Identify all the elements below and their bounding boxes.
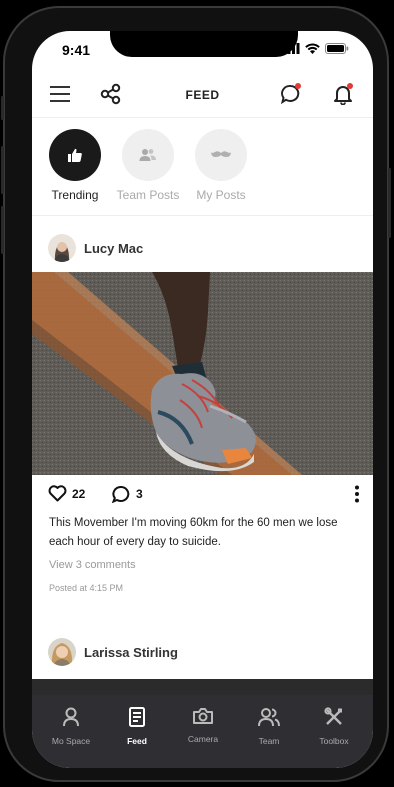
- app-header: FEED: [32, 73, 373, 118]
- mute-switch: [1, 96, 4, 120]
- filter-circle: [195, 129, 247, 181]
- moustache-icon: [211, 151, 231, 157]
- comment-button[interactable]: 3: [112, 485, 143, 503]
- post-author-row[interactable]: Lucy Mac: [48, 234, 143, 262]
- tab-mo-space[interactable]: Mo Space: [41, 707, 101, 746]
- filter-label: Team Posts: [116, 188, 180, 202]
- team-icon: [258, 708, 280, 727]
- filter-my-posts[interactable]: My Posts: [186, 129, 256, 202]
- tab-feed[interactable]: Feed: [107, 707, 167, 746]
- status-time: 9:41: [62, 42, 91, 58]
- filter-label: Trending: [51, 188, 99, 202]
- author-name[interactable]: Larissa Stirling: [84, 645, 178, 660]
- messages-button[interactable]: [280, 83, 302, 110]
- post-caption: This Movember I'm moving 60km for the 60…: [49, 517, 338, 548]
- avatar[interactable]: [48, 638, 76, 666]
- battery-icon: [325, 43, 349, 54]
- thumbs-up-icon: [68, 148, 82, 162]
- heart-icon: [48, 485, 67, 502]
- notifications-badge: [347, 83, 353, 89]
- post-actions: 22 3: [48, 485, 360, 509]
- comment-count: 3: [136, 487, 143, 501]
- post-author-row[interactable]: Larissa Stirling: [48, 638, 178, 666]
- notifications-button[interactable]: [332, 83, 354, 110]
- filter-team-posts[interactable]: Team Posts: [113, 129, 183, 202]
- volume-up-button: [1, 146, 4, 194]
- status-icons: [283, 43, 349, 54]
- wifi-icon: [305, 43, 320, 54]
- filter-circle: [49, 129, 101, 181]
- tab-toolbox[interactable]: Toolbox: [304, 707, 364, 746]
- comment-icon: [112, 486, 130, 503]
- document-icon: [129, 707, 145, 727]
- tools-icon: [324, 707, 342, 725]
- avatar[interactable]: [48, 234, 76, 262]
- tab-label: Toolbox: [319, 736, 349, 746]
- camera-icon: [193, 708, 213, 724]
- tab-label: Camera: [187, 734, 219, 744]
- author-name[interactable]: Lucy Mac: [84, 241, 143, 256]
- feed-filters: Trending Team Posts My Posts: [32, 117, 373, 216]
- filter-label: My Posts: [196, 188, 246, 202]
- tab-label: Feed: [127, 736, 147, 746]
- filter-circle: [122, 129, 174, 181]
- screen: 9:41 FEED Trending Team Posts My Posts L…: [32, 31, 373, 768]
- volume-down-button: [1, 206, 4, 254]
- tab-camera[interactable]: Camera: [173, 707, 233, 744]
- team-icon: [139, 149, 156, 161]
- tab-label: Team: [258, 736, 280, 746]
- signal-icon: [283, 43, 300, 54]
- view-comments-link[interactable]: View 3 comments: [49, 559, 136, 571]
- messages-badge: [295, 83, 301, 89]
- more-options-icon[interactable]: [354, 485, 360, 503]
- post-photo[interactable]: [32, 272, 373, 475]
- tab-team[interactable]: Team: [239, 707, 299, 746]
- like-count: 22: [72, 486, 86, 501]
- post-timestamp: Posted at 4:15 PM: [49, 583, 124, 593]
- like-button[interactable]: 22: [48, 485, 85, 502]
- tab-label: Mo Space: [51, 736, 91, 746]
- filter-trending[interactable]: Trending: [40, 129, 110, 202]
- power-button: [388, 168, 391, 238]
- person-icon: [63, 707, 79, 727]
- bottom-tab-bar: Mo Space Feed Camera Team Toolbox: [32, 695, 373, 768]
- status-bar: 9:41: [32, 31, 373, 71]
- page-title: FEED: [185, 88, 220, 102]
